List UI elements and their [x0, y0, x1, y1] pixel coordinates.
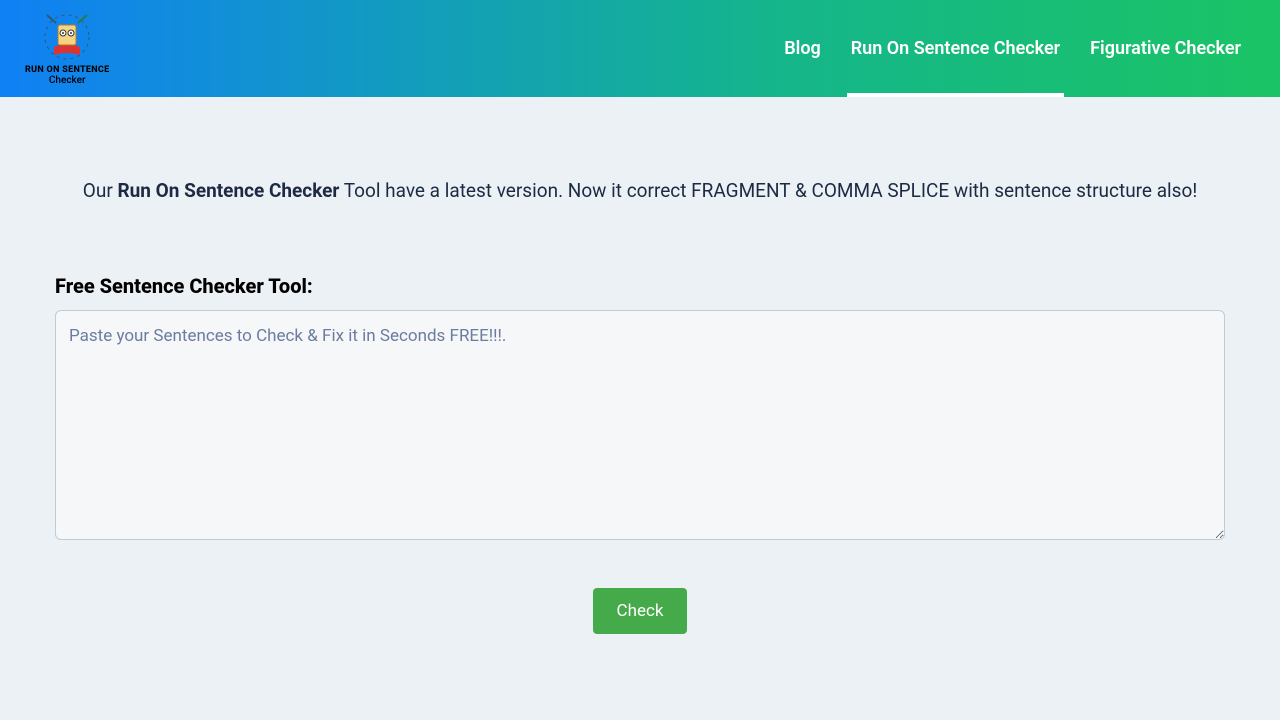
nav-runon-checker[interactable]: Run On Sentence Checker [847, 0, 1064, 97]
sentence-input[interactable] [55, 310, 1225, 540]
intro-text: Our Run On Sentence Checker Tool have a … [55, 179, 1225, 202]
tool-title: Free Sentence Checker Tool: [55, 274, 1225, 298]
logo[interactable]: RUN ON SENTENCE Checker [25, 11, 109, 86]
button-row: Check [55, 588, 1225, 634]
check-button[interactable]: Check [593, 588, 688, 634]
nav-blog[interactable]: Blog [780, 0, 825, 97]
intro-pre: Our [83, 179, 118, 202]
logo-text-main: RUN ON SENTENCE [25, 65, 109, 75]
intro-bold: Run On Sentence Checker [117, 179, 339, 202]
main-nav: Blog Run On Sentence Checker Figurative … [780, 0, 1245, 97]
logo-icon [32, 11, 102, 63]
main-content: Our Run On Sentence Checker Tool have a … [0, 97, 1280, 634]
header: RUN ON SENTENCE Checker Blog Run On Sent… [0, 0, 1280, 97]
nav-figurative-checker[interactable]: Figurative Checker [1086, 0, 1245, 97]
logo-text-sub: Checker [49, 75, 86, 86]
intro-post: Tool have a latest version. Now it corre… [339, 179, 1197, 202]
